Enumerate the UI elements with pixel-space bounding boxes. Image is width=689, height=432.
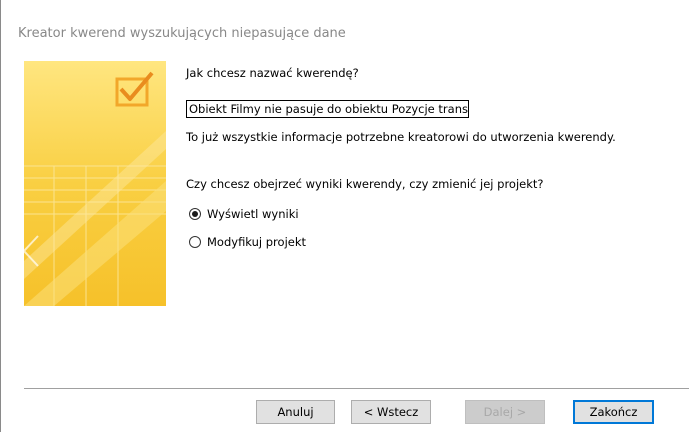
option-modify-design-label: Modyfikuj projekt: [207, 235, 307, 249]
query-name-label: Jak chcesz nazwać kwerendę?: [186, 66, 359, 80]
back-button[interactable]: < Wstecz: [351, 400, 431, 424]
next-button[interactable]: Dalej >: [465, 400, 545, 424]
info-text: To już wszystkie informacje potrzebne kr…: [186, 130, 616, 144]
option-view-results[interactable]: Wyświetl wyniki: [189, 206, 299, 222]
radio-modify-design[interactable]: [189, 236, 201, 248]
option-view-results-label: Wyświetl wyniki: [207, 207, 299, 221]
finish-button[interactable]: Zakończ: [573, 400, 654, 424]
choice-question: Czy chcesz obejrzeć wyniki kwerendy, czy…: [186, 177, 544, 191]
button-separator: [24, 388, 689, 389]
cancel-button[interactable]: Anuluj: [256, 400, 335, 424]
window-left-border: [0, 0, 1, 432]
wizard-banner-image: [24, 61, 166, 372]
query-name-input[interactable]: Obiekt Filmy nie pasuje do obiektu Pozyc…: [186, 100, 469, 118]
dialog-title: Kreator kwerend wyszukujących niepasując…: [18, 26, 346, 41]
option-modify-design[interactable]: Modyfikuj projekt: [189, 234, 306, 250]
radio-view-results[interactable]: [189, 208, 201, 220]
